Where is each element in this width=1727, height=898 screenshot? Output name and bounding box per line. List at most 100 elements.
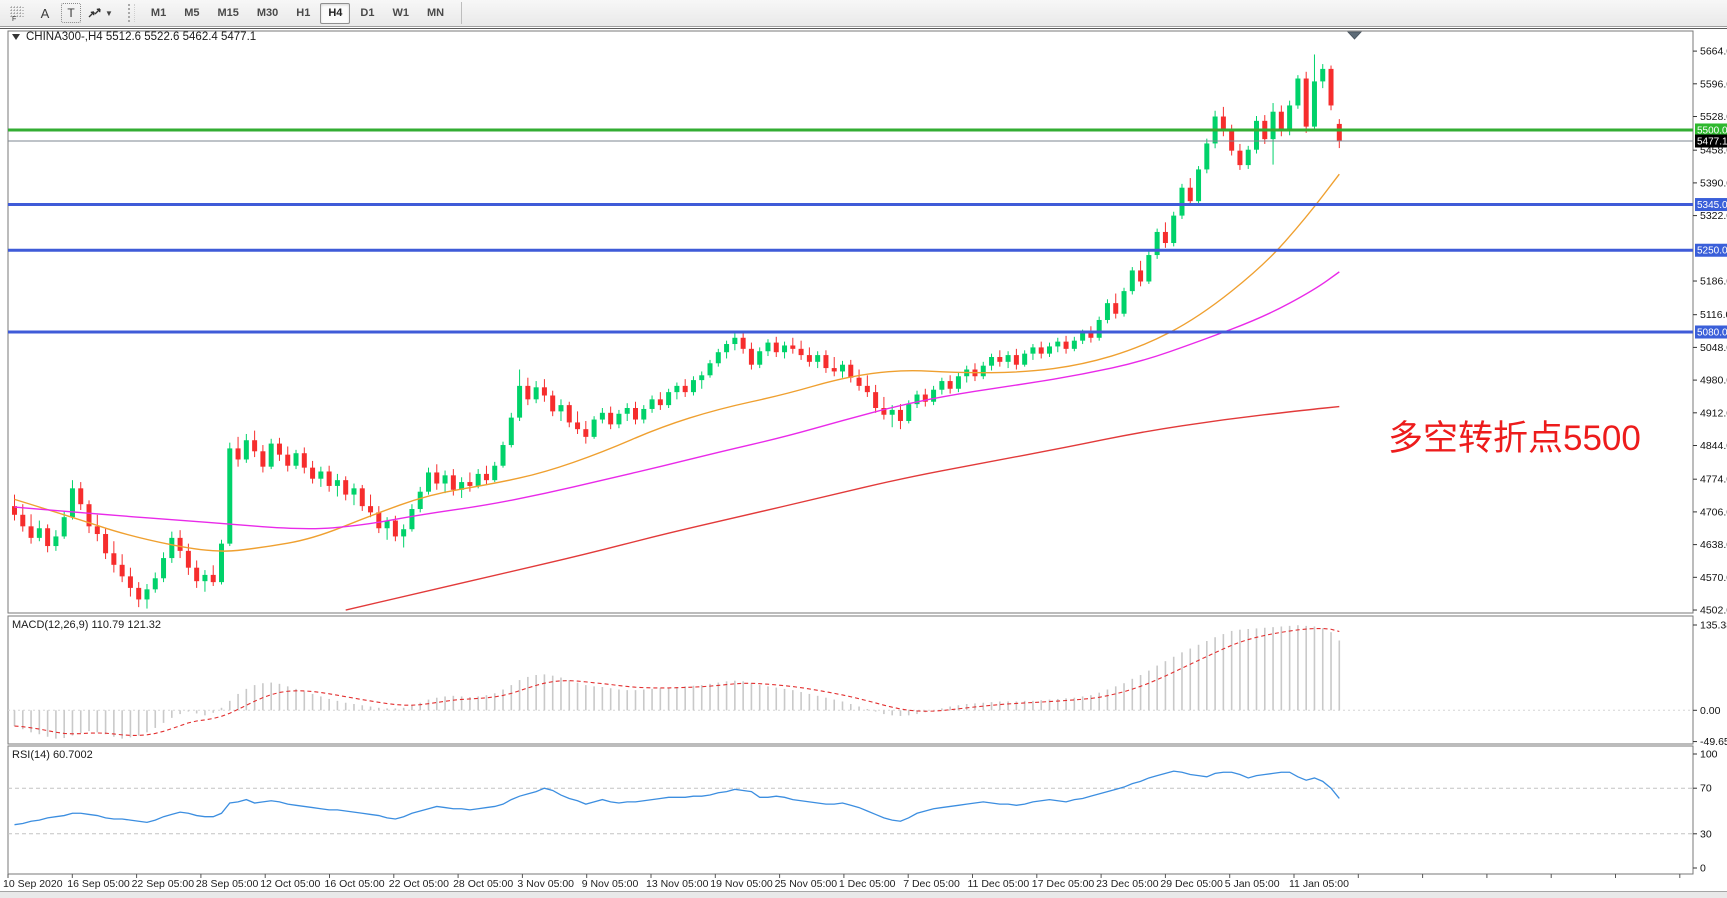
price-tick-label: 4570.0 <box>1700 572 1727 584</box>
candle-body <box>956 376 961 389</box>
candle-body <box>550 395 555 411</box>
candle-body <box>1179 188 1184 216</box>
candle-body <box>1204 143 1209 169</box>
candle-body <box>169 538 174 558</box>
candle-body <box>708 363 713 375</box>
toolbar-separator <box>461 2 462 24</box>
date-label: 17 Dec 05:00 <box>1032 878 1095 890</box>
candle-body <box>1171 216 1176 243</box>
candle-body <box>873 392 878 408</box>
candle-body <box>790 345 795 348</box>
tf-button-h1[interactable]: H1 <box>288 3 318 24</box>
candle-body <box>1047 346 1052 353</box>
candle-body <box>467 482 472 486</box>
candle-body <box>823 355 828 368</box>
candle-body <box>732 338 737 344</box>
price-tick-label: 4502.0 <box>1700 605 1727 617</box>
candle-body <box>202 575 207 581</box>
toolbar-grip[interactable] <box>128 4 135 22</box>
tf-button-w1[interactable]: W1 <box>384 3 417 24</box>
candle-body <box>1072 341 1077 349</box>
candle-body <box>525 386 530 399</box>
candle-body <box>948 381 953 389</box>
candle-body <box>674 386 679 392</box>
candle-body <box>939 381 944 390</box>
candle-body <box>285 455 290 466</box>
candle-body <box>832 368 837 371</box>
candle-body <box>343 480 348 494</box>
tf-button-m15[interactable]: M15 <box>209 3 246 24</box>
candle-body <box>757 351 762 364</box>
candle-body <box>434 472 439 483</box>
candle-body <box>931 390 936 402</box>
candle-body <box>509 418 514 445</box>
candle-body <box>1246 150 1251 165</box>
candle-body <box>294 453 299 466</box>
date-label: 22 Oct 05:00 <box>389 878 449 890</box>
candle-body <box>351 488 356 494</box>
arrows-tool-button[interactable]: ▼ <box>85 2 114 24</box>
candle-body <box>683 386 688 392</box>
chart-window: 5664.05596.05528.05458.05390.05322.05186… <box>0 28 1727 892</box>
date-label: 7 Dec 05:00 <box>903 878 960 890</box>
date-label: 22 Sep 05:00 <box>132 878 195 890</box>
candle-body <box>575 422 580 429</box>
date-label: 11 Jan 05:00 <box>1289 878 1349 890</box>
candle-body <box>981 366 986 377</box>
candle-body <box>161 558 166 578</box>
candle-body <box>691 380 696 392</box>
candle-body <box>1329 69 1334 106</box>
candle-body <box>37 528 42 538</box>
candle-body <box>376 512 381 528</box>
candle-body <box>1279 112 1284 132</box>
tf-button-h4[interactable]: H4 <box>320 3 350 24</box>
tf-button-m1[interactable]: M1 <box>143 3 174 24</box>
candle-body <box>418 492 423 509</box>
macd-tick-label: 135.38 <box>1700 620 1727 632</box>
candle-body <box>799 349 804 355</box>
candle-body <box>368 506 373 512</box>
tf-button-m5[interactable]: M5 <box>176 3 207 24</box>
text-tool-button[interactable]: T <box>61 3 81 23</box>
tf-button-m30[interactable]: M30 <box>249 3 286 24</box>
candle-body <box>989 357 994 366</box>
rsi-tick-label: 70 <box>1700 783 1712 795</box>
tf-button-mn[interactable]: MN <box>419 3 452 24</box>
candle-body <box>1014 355 1019 365</box>
rsi-tick-label: 100 <box>1700 749 1718 761</box>
candle-body <box>20 515 25 527</box>
tf-button-d1[interactable]: D1 <box>352 3 382 24</box>
candle-body <box>1138 270 1143 281</box>
rsi-indicator-header: RSI(14) 60.7002 <box>12 749 93 761</box>
candle-body <box>1055 342 1060 347</box>
candle-body <box>360 488 365 506</box>
candle-body <box>724 344 729 352</box>
candle-body <box>318 471 323 478</box>
candle-body <box>310 468 315 479</box>
candle-body <box>194 568 199 581</box>
font-tool-button[interactable]: A <box>33 2 57 24</box>
timeframe-button-group: M1M5M15M30H1H4D1W1MN <box>142 3 453 24</box>
grid-f-icon[interactable]: F <box>5 2 29 24</box>
candle-body <box>1196 169 1201 201</box>
date-label: 16 Sep 05:00 <box>67 878 130 890</box>
candle-body <box>1064 342 1069 349</box>
candle-body <box>765 343 770 352</box>
date-label: 16 Oct 05:00 <box>325 878 385 890</box>
candle-body <box>236 448 241 459</box>
candle-body <box>898 410 903 421</box>
price-tick-label: 4980.0 <box>1700 375 1727 387</box>
candle-body <box>807 355 812 362</box>
candle-body <box>666 392 671 405</box>
price-badge-label: 5345.0 <box>1697 200 1727 211</box>
date-label: 28 Oct 05:00 <box>453 878 513 890</box>
candle-body <box>111 553 116 565</box>
candle-body <box>227 448 232 543</box>
main-pane-frame <box>8 31 1693 613</box>
macd-pane-frame <box>8 616 1693 744</box>
chart-menu-triangle-icon[interactable] <box>12 34 20 40</box>
candle-body <box>865 386 870 392</box>
candle-body <box>699 375 704 380</box>
candle-body <box>45 528 50 546</box>
candle-body <box>567 405 572 422</box>
